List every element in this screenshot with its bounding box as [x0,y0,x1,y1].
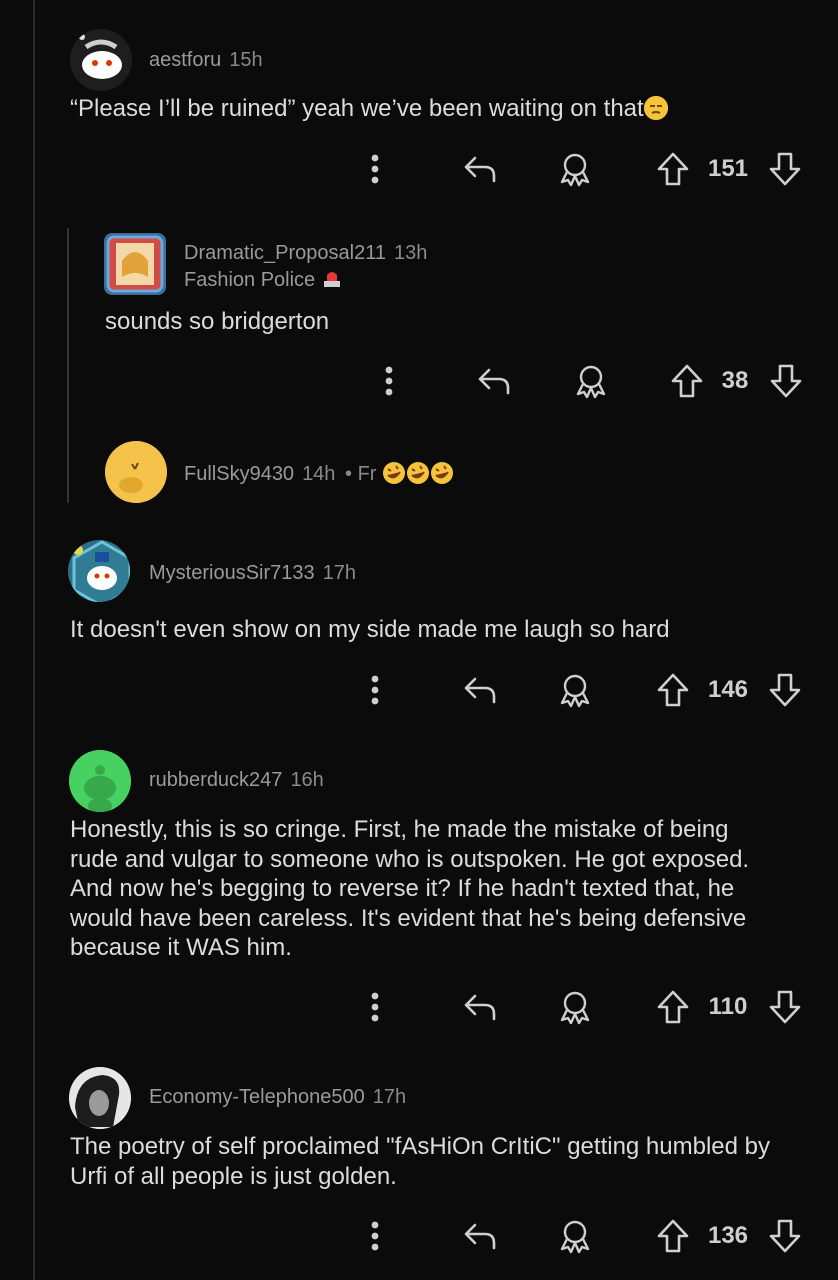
vote-score: 110 [708,993,748,1020]
more-button[interactable] [355,1216,395,1256]
more-button[interactable] [369,361,409,401]
reply-icon [464,677,496,704]
comment-actions: 151 [355,149,805,189]
comment-body: Honestly, this is so cringe. First, he m… [70,816,750,961]
timestamp: 16h [290,769,324,791]
comment-body: The poetry of self proclaimed "fAsHiOn C… [70,1133,771,1190]
award-button[interactable] [555,149,595,189]
more-vertical-icon [371,675,379,705]
more-button[interactable] [355,987,395,1027]
upvote-icon [657,990,689,1024]
username[interactable]: aestforu [149,49,221,71]
avatar[interactable] [68,540,130,602]
downvote-button[interactable] [765,987,805,1027]
comment-meta: rubberduck247 16h [149,769,324,792]
more-vertical-icon [371,992,379,1022]
timestamp: 13h [393,242,428,264]
upvote-icon [671,364,703,398]
downvote-button[interactable] [765,149,805,189]
more-button[interactable] [355,670,395,710]
thread-line [33,0,35,1280]
downvote-button[interactable] [765,670,805,710]
more-vertical-icon [371,1221,379,1251]
upvote-button[interactable] [667,361,707,401]
separator-dot: • [345,463,353,485]
comment-body: sounds so bridgerton [105,308,330,335]
downvote-icon [769,1219,801,1253]
more-button[interactable] [355,149,395,189]
reply-icon [478,368,510,395]
rofl-emoji-icon [406,462,430,485]
downvote-icon [770,364,802,398]
vote-score: 151 [707,155,749,182]
award-icon [560,991,590,1025]
reply-button[interactable] [460,149,500,189]
upvote-icon [657,1219,689,1253]
username[interactable]: Dramatic_Proposal211 [184,242,386,264]
award-icon [560,674,590,708]
comment-actions: 136 [355,1216,805,1256]
downvote-icon [769,990,801,1024]
downvote-button[interactable] [765,1216,805,1256]
timestamp: 15h [229,49,263,71]
upvote-icon [657,152,689,186]
comment-meta: aestforu 15h [149,49,263,72]
vote-score: 38 [721,367,749,394]
comment-meta: Economy-Telephone500 17h [149,1086,406,1109]
downvote-button[interactable] [766,361,806,401]
reply-button[interactable] [460,1216,500,1256]
upvote-button[interactable] [653,1216,693,1256]
timestamp: 17h [322,562,356,584]
rofl-emoji-icon [382,462,406,485]
award-button[interactable] [555,987,595,1027]
award-button[interactable] [555,1216,595,1256]
reply-button[interactable] [460,670,500,710]
user-flair: Fashion Police [184,267,343,292]
comment-body: “Please I’ll be ruined” yeah we’ve been … [70,94,668,124]
upvote-button[interactable] [653,987,693,1027]
comment-meta: MysteriousSir7133 17h [149,562,356,585]
reply-icon [464,156,496,183]
timestamp: 17h [372,1086,407,1108]
reply-button[interactable] [474,361,514,401]
comment-actions: 110 [355,987,805,1027]
award-button[interactable] [555,670,595,710]
avatar[interactable] [69,750,131,812]
comment-actions: 146 [355,670,805,710]
award-icon [560,153,590,187]
upvote-button[interactable] [653,670,693,710]
upvote-button[interactable] [653,149,693,189]
more-vertical-icon [385,366,393,396]
vote-score: 136 [707,1222,749,1249]
username[interactable]: FullSky9430 [184,463,294,485]
comment-actions: 38 [369,361,809,401]
comment-meta: FullSky9430 14h • Fr [184,461,454,486]
reply-icon [464,1223,496,1250]
timestamp: 14h [302,463,336,485]
award-icon [576,365,606,399]
reply-button[interactable] [460,987,500,1027]
avatar[interactable] [70,29,132,91]
more-vertical-icon [371,154,379,184]
upvote-icon [657,673,689,707]
collapsed-preview: Fr [357,463,377,485]
rofl-emoji-icon [430,462,454,485]
avatar[interactable] [69,1067,131,1129]
username[interactable]: rubberduck247 [149,769,282,791]
downvote-icon [769,152,801,186]
award-icon [560,1220,590,1254]
comment-meta: Dramatic_Proposal211 13h [184,242,427,265]
reply-thread-line[interactable] [67,228,69,503]
downvote-icon [769,673,801,707]
vote-score: 146 [707,676,749,703]
reply-icon [464,994,496,1021]
police-light-icon [323,272,340,287]
username[interactable]: MysteriousSir7133 [149,562,315,584]
avatar[interactable] [105,441,167,503]
award-button[interactable] [571,361,611,401]
username[interactable]: Economy-Telephone500 [149,1086,365,1108]
unamused-face-icon [643,96,668,120]
comment-body: It doesn't even show on my side made me … [70,616,670,643]
avatar[interactable] [104,233,166,295]
